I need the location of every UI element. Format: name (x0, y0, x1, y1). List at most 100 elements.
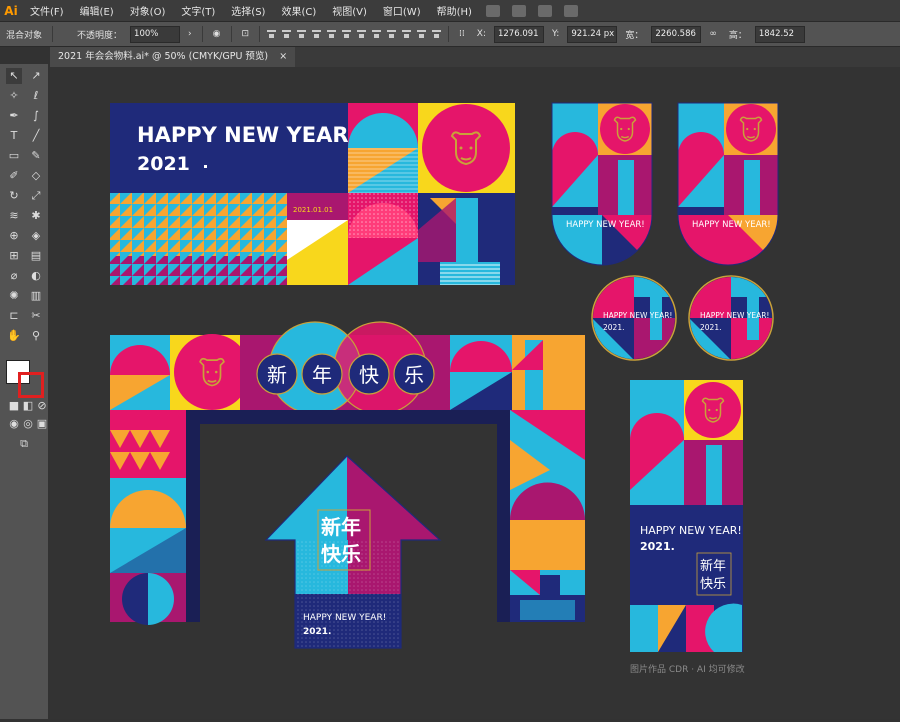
badge-1-line1: HAPPY NEW YEAR! (603, 311, 672, 320)
w-label: 宽： (625, 30, 644, 41)
width-tool-icon[interactable]: ≋ (6, 208, 22, 224)
symbol-sprayer-tool-icon[interactable]: ✺ (6, 288, 22, 304)
zoom-tool-icon[interactable]: ⚲ (28, 328, 44, 344)
arrow-sign[interactable]: 新年 快乐 HAPPY NEW YEAR! 2021. (264, 455, 442, 649)
poster-heading: HAPPY NEW YEAR! (640, 524, 742, 537)
align-left-icon[interactable] (265, 28, 278, 40)
x-input[interactable]: 1276.091 (493, 25, 544, 43)
eyedropper-tool-icon[interactable]: ⌀ (6, 268, 22, 284)
top-banner[interactable]: HAPPY NEW YEAR! 2021 2021.01.01 (110, 103, 515, 285)
magic-wand-tool-icon[interactable]: ✧ (6, 88, 22, 104)
y-input[interactable]: 921.24 px (567, 25, 618, 43)
close-icon[interactable]: × (279, 51, 287, 62)
x-label: X: (476, 29, 486, 39)
brush-feather-icon[interactable] (563, 4, 578, 17)
align-to-selection-icon[interactable]: ⊡ (236, 29, 256, 39)
h-label: 高： (728, 30, 747, 41)
recolor-globe-icon[interactable]: ◉ (207, 29, 227, 39)
screen-mode-icon[interactable]: ⧉ (16, 436, 32, 452)
hand-tool-icon[interactable]: ✋ (6, 328, 22, 344)
arch-char-1: 新 (267, 363, 287, 387)
paintbrush-tool-icon[interactable]: ✎ (28, 148, 44, 164)
control-bar: 混合对象 不透明度： 100% › ◉ ⊡ ⁞⁞ X: 1276.091 Y: … (0, 21, 900, 47)
scale-tool-icon[interactable]: ⤢ (28, 188, 44, 204)
vertical-poster[interactable]: HAPPY NEW YEAR! 2021. 新年 快乐 (630, 380, 743, 652)
poster-cn-2: 快乐 (700, 577, 726, 592)
none-mode-icon[interactable]: ⊘ (34, 398, 50, 414)
mesh-tool-icon[interactable]: ⊞ (6, 248, 22, 264)
live-paint-tool-icon[interactable]: ◈ (28, 228, 44, 244)
round-badge-2[interactable]: HAPPY NEW YEAR! 2021. (688, 263, 775, 361)
rectangle-tool-icon[interactable]: ▭ (6, 148, 22, 164)
artboard-canvas[interactable]: HAPPY NEW YEAR! 2021 2021.01.01 HAPPY NE… (50, 67, 900, 719)
blend-tool-icon[interactable]: ◐ (28, 268, 44, 284)
y-label: Y: (551, 29, 560, 39)
menu-file[interactable]: 文件(F) (22, 3, 72, 18)
shaper-tool-icon[interactable]: ✐ (6, 168, 22, 184)
artboard-tool-icon[interactable]: ⊏ (6, 308, 22, 324)
document-title: 2021 年会会物料.ai* @ 50% (CMYK/GPU 预览) (58, 51, 269, 62)
lasso-tool-icon[interactable]: ℓ (28, 88, 44, 104)
align-right-icon[interactable] (295, 28, 308, 40)
stroke-color-swatch[interactable] (18, 372, 44, 398)
shield-card-2[interactable]: HAPPY NEW YEAR! (677, 102, 779, 266)
app-logo: Ai (4, 3, 18, 18)
stock-icon[interactable] (511, 4, 526, 17)
menu-help[interactable]: 帮助(H) (429, 3, 480, 18)
arch-char-3: 快 (359, 363, 379, 387)
distribute-bottom-icon[interactable] (385, 28, 398, 40)
align-bottom-icon[interactable] (340, 28, 353, 40)
column-graph-tool-icon[interactable]: ▥ (28, 288, 44, 304)
poster-year: 2021. (640, 540, 675, 553)
menu-effect[interactable]: 效果(C) (273, 3, 324, 18)
constrain-link-icon[interactable]: ∞ (703, 29, 723, 39)
round-badge-1[interactable]: HAPPY NEW YEAR! 2021. (591, 263, 678, 361)
eraser-tool-icon[interactable]: ◇ (28, 168, 44, 184)
opacity-dropdown-icon[interactable]: › (182, 29, 198, 39)
watermark-text: 图片作品 CDR · AI 均可修改 (630, 663, 745, 675)
banner-year: 2021 (137, 153, 190, 175)
menu-select[interactable]: 选择(S) (223, 3, 273, 18)
object-type-label: 混合对象 (6, 30, 43, 41)
banner-heading: HAPPY NEW YEAR! (137, 123, 358, 147)
draw-inside-icon[interactable]: ▣ (34, 416, 50, 432)
slice-tool-icon[interactable]: ✂ (28, 308, 44, 324)
type-tool-icon[interactable]: T (6, 128, 22, 144)
reference-point-icon[interactable]: ⁞⁞ (453, 29, 471, 39)
menu-view[interactable]: 视图(V) (324, 3, 375, 18)
direct-selection-tool-icon[interactable]: ↗ (28, 68, 44, 84)
shield-card-1[interactable]: HAPPY NEW YEAR! (551, 102, 653, 266)
gradient-tool-icon[interactable]: ▤ (28, 248, 44, 264)
line-tool-icon[interactable]: ╱ (28, 128, 44, 144)
bridge-icon[interactable] (485, 4, 500, 17)
menu-window[interactable]: 窗口(W) (375, 3, 429, 18)
arrow-title-line1: 新年 (321, 515, 361, 539)
shape-builder-tool-icon[interactable]: ⊕ (6, 228, 22, 244)
arrow-heading: HAPPY NEW YEAR! (303, 613, 386, 623)
curvature-tool-icon[interactable]: ∫ (28, 108, 44, 124)
opacity-input[interactable]: 100% (130, 25, 181, 43)
document-tab[interactable]: 2021 年会会物料.ai* @ 50% (CMYK/GPU 预览) × (50, 47, 296, 67)
menu-bar: Ai 文件(F) 编辑(E) 对象(O) 文字(T) 选择(S) 效果(C) 视… (0, 0, 900, 21)
distribute-left-icon[interactable] (400, 28, 413, 40)
align-hcenter-icon[interactable] (280, 28, 293, 40)
puppet-warp-tool-icon[interactable]: ✱ (28, 208, 44, 224)
menu-edit[interactable]: 编辑(E) (72, 3, 122, 18)
align-top-icon[interactable] (310, 28, 323, 40)
poster-cn-1: 新年 (700, 558, 726, 574)
distribute-hcenter-icon[interactable] (415, 28, 428, 40)
pen-tool-icon[interactable]: ✒ (6, 108, 22, 124)
badge-2-line2: 2021. (700, 323, 721, 332)
badge-1-line2: 2021. (603, 323, 624, 332)
menu-object[interactable]: 对象(O) (122, 3, 174, 18)
distribute-right-icon[interactable] (430, 28, 443, 40)
menu-type[interactable]: 文字(T) (173, 3, 223, 18)
selection-tool-icon[interactable]: ↖ (6, 68, 22, 84)
distribute-top-icon[interactable] (355, 28, 368, 40)
w-input[interactable]: 2260.586 (651, 25, 702, 43)
h-input[interactable]: 1842.52 (754, 25, 805, 43)
workspace-grid-icon[interactable] (537, 4, 552, 17)
distribute-vcenter-icon[interactable] (370, 28, 383, 40)
rotate-tool-icon[interactable]: ↻ (6, 188, 22, 204)
align-vcenter-icon[interactable] (325, 28, 338, 40)
